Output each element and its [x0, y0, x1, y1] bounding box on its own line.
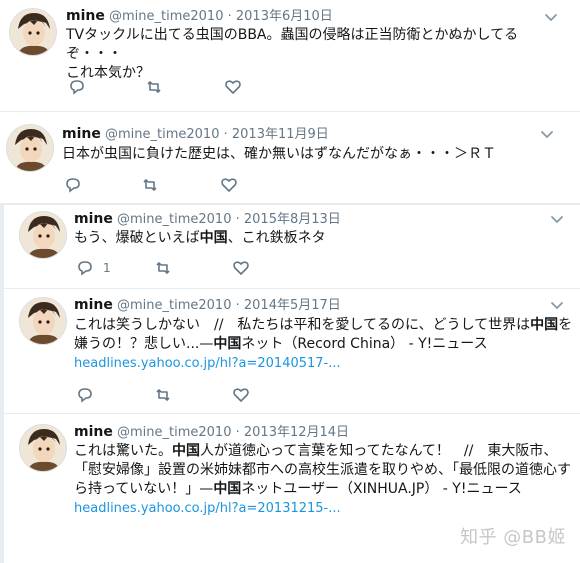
- tweet-actions: [74, 386, 274, 406]
- separator-dot: ·: [235, 298, 240, 313]
- tweet-date[interactable]: 2015年8月13日: [244, 212, 341, 227]
- retweet-icon[interactable]: [154, 259, 172, 277]
- tweet-text: ら持っていない！」—中国ネットユーザー（XINHUA.JP） - Y!ニュース: [74, 480, 574, 499]
- tweet-date[interactable]: 2013年6月10日: [236, 9, 333, 24]
- tweet-actions: [62, 176, 262, 196]
- reply-count: 1: [103, 261, 111, 275]
- text-segment: もう、爆破といえば: [74, 230, 200, 246]
- tweet-actions: [66, 78, 266, 98]
- tweet-actions: 1: [74, 259, 274, 279]
- watermark: 知乎 @BB姬: [460, 527, 566, 548]
- heart-icon[interactable]: [232, 386, 250, 404]
- highlight-keyword: 中国: [199, 230, 228, 246]
- chevron-down-icon[interactable]: [540, 130, 554, 140]
- tweet-link[interactable]: headlines.yahoo.co.jp/hl?a=20131215-...: [74, 499, 574, 518]
- tweet-text: 日本が虫国に負けた歴史は、確か無いはずなんだがなぁ・・・＞ＲＴ: [62, 146, 496, 162]
- highlight-keyword: 中国: [213, 481, 242, 497]
- tweet-link[interactable]: headlines.yahoo.co.jp/hl?a=20140517-...: [74, 354, 574, 373]
- separator-dot: ·: [235, 212, 240, 227]
- separator-dot: ·: [235, 425, 240, 440]
- text-segment: ネット（Record China） - Y!ニュース: [241, 336, 488, 352]
- retweet-icon[interactable]: [154, 386, 172, 404]
- avatar-image: [20, 212, 66, 258]
- chevron-down-icon[interactable]: [550, 215, 564, 225]
- user-handle[interactable]: @mine_time2010: [109, 9, 223, 24]
- avatar-image: [20, 425, 66, 471]
- avatar[interactable]: [19, 424, 67, 472]
- tweet-text: もう、爆破といえば中国、これ鉄板ネタ: [74, 229, 574, 248]
- chevron-down-icon[interactable]: [550, 301, 564, 311]
- reply-icon[interactable]: [68, 78, 86, 96]
- text-segment: 人が道徳心って言葉を知ってたなんて！ // 東大阪市、: [200, 443, 558, 459]
- avatar[interactable]: [19, 211, 67, 259]
- avatar[interactable]: [19, 297, 67, 345]
- heart-icon[interactable]: [232, 259, 250, 277]
- avatar-image: [7, 125, 53, 171]
- user-handle[interactable]: @mine_time2010: [117, 298, 231, 313]
- chevron-down-icon[interactable]: [544, 13, 558, 23]
- text-segment: 、これ鉄板ネタ: [227, 230, 326, 246]
- tweet-date[interactable]: 2013年12月14日: [244, 425, 349, 440]
- reply-icon[interactable]: [64, 176, 82, 194]
- reply-icon[interactable]: [76, 259, 94, 277]
- separator-dot: ·: [227, 9, 232, 24]
- text-segment: これは驚いた。: [74, 443, 172, 459]
- display-name[interactable]: mine: [74, 297, 113, 313]
- tweet-date[interactable]: 2013年11月9日: [232, 127, 329, 142]
- retweet-icon[interactable]: [141, 176, 159, 194]
- highlight-keyword: 中国: [530, 317, 559, 333]
- user-handle[interactable]: @mine_time2010: [117, 425, 231, 440]
- display-name[interactable]: mine: [74, 424, 113, 440]
- text-segment: ネットユーザー（XINHUA.JP） - Y!ニュース: [241, 481, 522, 497]
- display-name[interactable]: mine: [62, 126, 101, 142]
- avatar[interactable]: [6, 124, 54, 172]
- heart-icon[interactable]: [224, 78, 242, 96]
- tweet-1[interactable]: mine @mine_time2010 · 2013年6月10日 TVタックルに…: [0, 0, 580, 111]
- tweet-text: これは笑うしかない // 私たちは平和を愛してるのに、どうして世界は中国を: [74, 316, 574, 335]
- tweet-text: 「慰安婦像」設置の米姉妹都市への高校生派遣を取りやめ、「最低限の道徳心す: [74, 462, 571, 478]
- highlight-keyword: 中国: [213, 336, 242, 352]
- tweet-text: これは驚いた。中国人が道徳心って言葉を知ってたなんて！ // 東大阪市、: [74, 442, 574, 461]
- text-segment: 嫌うの！？悲しい...—: [74, 336, 214, 352]
- tweet-3[interactable]: mine @mine_time2010 · 2015年8月13日 もう、爆破とい…: [4, 205, 580, 288]
- text-segment: これは笑うしかない // 私たちは平和を愛してるのに、どうして世界は: [74, 317, 531, 333]
- highlight-keyword: 中国: [172, 443, 200, 459]
- user-handle[interactable]: @mine_time2010: [117, 212, 231, 227]
- avatar-image: [20, 298, 66, 344]
- tweet-4[interactable]: mine @mine_time2010 · 2014年5月17日 これは笑うしか…: [4, 289, 580, 413]
- tweet-date[interactable]: 2014年5月17日: [244, 298, 341, 313]
- avatar-image: [10, 9, 56, 55]
- tweet-text: 嫌うの！？悲しい...—中国ネット（Record China） - Y!ニュース: [74, 335, 574, 354]
- display-name[interactable]: mine: [74, 211, 113, 227]
- retweet-icon[interactable]: [145, 78, 163, 96]
- tweet-2[interactable]: mine @mine_time2010 · 2013年11月9日 日本が虫国に負…: [0, 112, 580, 203]
- text-segment: を: [558, 317, 573, 333]
- tweet-text: TVタックルに出てる虫国のBBA。蟲国の侵略は正当防衛とかぬかしてるぞ・・・: [66, 27, 519, 62]
- user-handle[interactable]: @mine_time2010: [105, 127, 219, 142]
- separator-dot: ·: [223, 127, 228, 142]
- reply-icon[interactable]: [76, 386, 94, 404]
- avatar[interactable]: [9, 8, 57, 56]
- heart-icon[interactable]: [220, 176, 238, 194]
- text-segment: ら持っていない！」—: [74, 481, 214, 497]
- display-name[interactable]: mine: [66, 8, 105, 24]
